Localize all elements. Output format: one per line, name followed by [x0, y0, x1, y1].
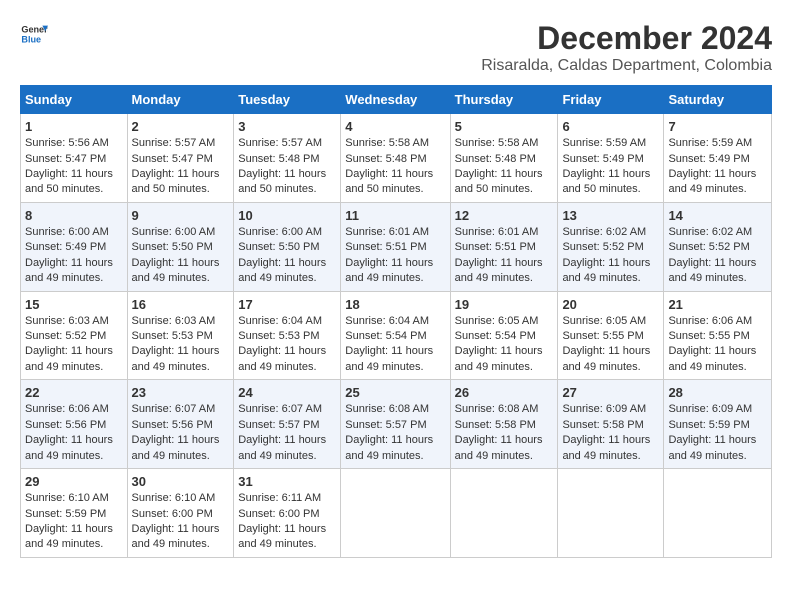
list-item: 27 Sunrise: 6:09 AMSunset: 5:58 PMDaylig…	[558, 380, 664, 469]
col-thursday: Thursday	[450, 86, 558, 114]
list-item: 3 Sunrise: 5:57 AMSunset: 5:48 PMDayligh…	[234, 114, 341, 203]
list-item: 30 Sunrise: 6:10 AMSunset: 6:00 PMDaylig…	[127, 469, 234, 558]
list-item: 6 Sunrise: 5:59 AMSunset: 5:49 PMDayligh…	[558, 114, 664, 203]
table-row: 8 Sunrise: 6:00 AMSunset: 5:49 PMDayligh…	[21, 202, 772, 291]
list-item: 29 Sunrise: 6:10 AMSunset: 5:59 PMDaylig…	[21, 469, 128, 558]
list-item: 2 Sunrise: 5:57 AMSunset: 5:47 PMDayligh…	[127, 114, 234, 203]
calendar-table: Sunday Monday Tuesday Wednesday Thursday…	[20, 85, 772, 558]
col-friday: Friday	[558, 86, 664, 114]
list-item: 4 Sunrise: 5:58 AMSunset: 5:48 PMDayligh…	[341, 114, 450, 203]
col-tuesday: Tuesday	[234, 86, 341, 114]
col-monday: Monday	[127, 86, 234, 114]
list-item: 18 Sunrise: 6:04 AMSunset: 5:54 PMDaylig…	[341, 291, 450, 380]
col-saturday: Saturday	[664, 86, 772, 114]
logo-icon: General Blue	[20, 20, 48, 48]
list-item: 15 Sunrise: 6:03 AMSunset: 5:52 PMDaylig…	[21, 291, 128, 380]
list-item: 28 Sunrise: 6:09 AMSunset: 5:59 PMDaylig…	[664, 380, 772, 469]
table-row: 15 Sunrise: 6:03 AMSunset: 5:52 PMDaylig…	[21, 291, 772, 380]
logo: General Blue	[20, 20, 52, 48]
list-item	[450, 469, 558, 558]
list-item: 31 Sunrise: 6:11 AMSunset: 6:00 PMDaylig…	[234, 469, 341, 558]
list-item: 1 Sunrise: 5:56 AMSunset: 5:47 PMDayligh…	[21, 114, 128, 203]
table-row: 22 Sunrise: 6:06 AMSunset: 5:56 PMDaylig…	[21, 380, 772, 469]
list-item	[664, 469, 772, 558]
svg-text:Blue: Blue	[21, 34, 41, 44]
list-item: 26 Sunrise: 6:08 AMSunset: 5:58 PMDaylig…	[450, 380, 558, 469]
list-item: 23 Sunrise: 6:07 AMSunset: 5:56 PMDaylig…	[127, 380, 234, 469]
list-item: 9 Sunrise: 6:00 AMSunset: 5:50 PMDayligh…	[127, 202, 234, 291]
list-item: 14 Sunrise: 6:02 AMSunset: 5:52 PMDaylig…	[664, 202, 772, 291]
page-header: General Blue December 2024 Risaralda, Ca…	[20, 20, 772, 75]
title-block: December 2024 Risaralda, Caldas Departme…	[481, 20, 772, 75]
list-item: 16 Sunrise: 6:03 AMSunset: 5:53 PMDaylig…	[127, 291, 234, 380]
table-row: 1 Sunrise: 5:56 AMSunset: 5:47 PMDayligh…	[21, 114, 772, 203]
list-item: 10 Sunrise: 6:00 AMSunset: 5:50 PMDaylig…	[234, 202, 341, 291]
list-item: 24 Sunrise: 6:07 AMSunset: 5:57 PMDaylig…	[234, 380, 341, 469]
list-item: 5 Sunrise: 5:58 AMSunset: 5:48 PMDayligh…	[450, 114, 558, 203]
list-item: 8 Sunrise: 6:00 AMSunset: 5:49 PMDayligh…	[21, 202, 128, 291]
list-item: 21 Sunrise: 6:06 AMSunset: 5:55 PMDaylig…	[664, 291, 772, 380]
list-item: 25 Sunrise: 6:08 AMSunset: 5:57 PMDaylig…	[341, 380, 450, 469]
list-item: 13 Sunrise: 6:02 AMSunset: 5:52 PMDaylig…	[558, 202, 664, 291]
list-item: 12 Sunrise: 6:01 AMSunset: 5:51 PMDaylig…	[450, 202, 558, 291]
page-subtitle: Risaralda, Caldas Department, Colombia	[481, 57, 772, 75]
list-item: 19 Sunrise: 6:05 AMSunset: 5:54 PMDaylig…	[450, 291, 558, 380]
col-sunday: Sunday	[21, 86, 128, 114]
col-wednesday: Wednesday	[341, 86, 450, 114]
table-row: 29 Sunrise: 6:10 AMSunset: 5:59 PMDaylig…	[21, 469, 772, 558]
list-item	[558, 469, 664, 558]
list-item: 7 Sunrise: 5:59 AMSunset: 5:49 PMDayligh…	[664, 114, 772, 203]
list-item: 20 Sunrise: 6:05 AMSunset: 5:55 PMDaylig…	[558, 291, 664, 380]
list-item: 22 Sunrise: 6:06 AMSunset: 5:56 PMDaylig…	[21, 380, 128, 469]
list-item: 17 Sunrise: 6:04 AMSunset: 5:53 PMDaylig…	[234, 291, 341, 380]
page-title: December 2024	[481, 20, 772, 57]
list-item: 11 Sunrise: 6:01 AMSunset: 5:51 PMDaylig…	[341, 202, 450, 291]
list-item	[341, 469, 450, 558]
